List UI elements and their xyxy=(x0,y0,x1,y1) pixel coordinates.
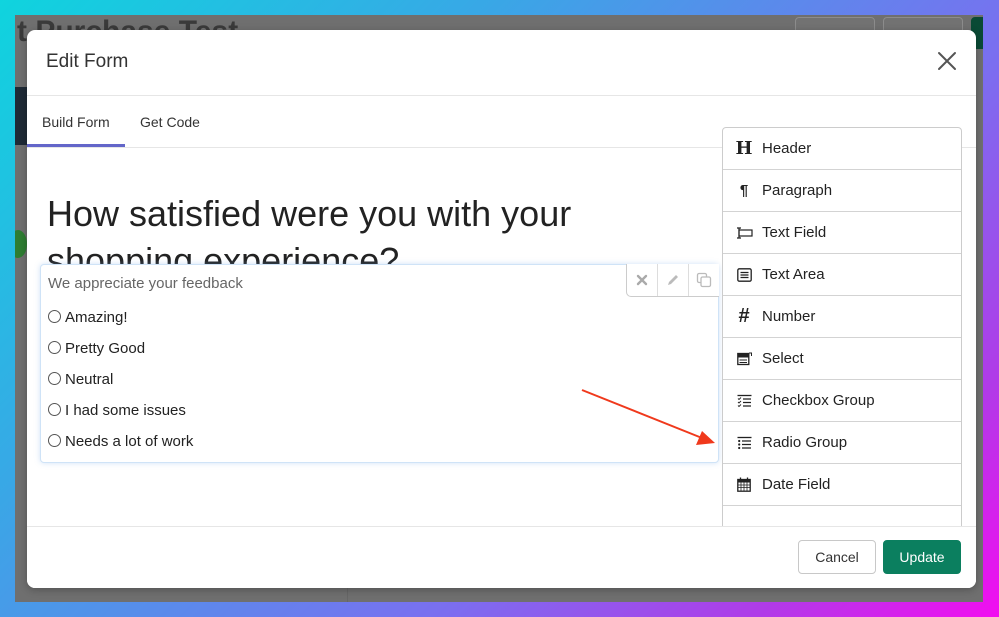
modal-title: Edit Form xyxy=(46,51,129,72)
palette-item-label: Paragraph xyxy=(762,182,833,199)
header-icon: H xyxy=(735,138,753,159)
calendar-icon xyxy=(735,477,753,492)
radio-circle-icon xyxy=(48,341,61,354)
radio-option-label: Amazing! xyxy=(65,309,128,326)
cancel-button[interactable]: Cancel xyxy=(798,540,876,574)
radio-option-label: Neutral xyxy=(65,371,114,388)
hash-icon: # xyxy=(738,305,750,327)
palette-item-label: Radio Group xyxy=(762,434,848,451)
palette-item-number[interactable]: # Number xyxy=(723,296,961,338)
text-area-icon xyxy=(735,267,753,282)
radio-circle-icon xyxy=(48,310,61,323)
palette-item-label: Text Field xyxy=(762,224,827,241)
radio-group-field[interactable]: We appreciate your feedback Amazing! Pre… xyxy=(40,264,719,463)
palette-item-label: Date Field xyxy=(762,476,831,493)
palette-item-select[interactable]: Select xyxy=(723,338,961,380)
palette-item-label: Number xyxy=(762,308,816,325)
tab-build-form[interactable]: Build Form xyxy=(27,96,125,147)
field-label: We appreciate your feedback xyxy=(48,275,243,292)
radio-option[interactable]: Needs a lot of work xyxy=(48,426,193,457)
close-icon xyxy=(938,52,956,70)
checkbox-group-icon xyxy=(735,394,753,408)
palette-item-label: Text Area xyxy=(762,266,825,283)
paragraph-icon: ¶ xyxy=(739,182,749,199)
palette-item-paragraph[interactable]: ¶ Paragraph xyxy=(723,170,961,212)
radio-circle-icon xyxy=(48,403,61,416)
update-button[interactable]: Update xyxy=(883,540,961,574)
radio-option-label: Needs a lot of work xyxy=(65,433,194,450)
copy-icon xyxy=(696,272,712,288)
radio-option[interactable]: Amazing! xyxy=(48,302,193,333)
remove-field-button[interactable] xyxy=(627,264,657,296)
text-field-icon xyxy=(735,226,753,239)
close-button[interactable] xyxy=(936,50,958,72)
background-green-badge xyxy=(15,230,27,258)
radio-circle-icon xyxy=(48,434,61,447)
radio-option[interactable]: Neutral xyxy=(48,364,193,395)
form-builder-body: How satisfied were you with your shoppin… xyxy=(27,127,976,539)
palette-item-text-area[interactable]: Text Area xyxy=(723,254,961,296)
palette-item-radio-group[interactable]: Radio Group xyxy=(723,422,961,464)
radio-circle-icon xyxy=(48,372,61,385)
radio-option-label: I had some issues xyxy=(65,402,186,419)
pencil-icon xyxy=(668,275,678,285)
edit-field-button[interactable] xyxy=(657,264,688,296)
palette-item-checkbox-group[interactable]: Checkbox Group xyxy=(723,380,961,422)
field-actions xyxy=(626,264,719,297)
radio-option[interactable]: Pretty Good xyxy=(48,333,193,364)
palette-item-header[interactable]: H Header xyxy=(723,128,961,170)
x-icon xyxy=(636,274,648,286)
palette-item-date-field[interactable]: Date Field xyxy=(723,464,961,506)
copy-field-button[interactable] xyxy=(688,264,719,296)
modal-header: Edit Form xyxy=(27,30,976,96)
background-sidebar-icon xyxy=(15,87,27,145)
field-palette: H Header ¶ Paragraph Text Field Text Are… xyxy=(722,127,962,539)
radio-group-icon xyxy=(735,436,753,450)
select-icon xyxy=(735,352,753,366)
palette-item-label: Select xyxy=(762,350,804,367)
radio-option-label: Pretty Good xyxy=(65,340,146,357)
palette-item-text-field[interactable]: Text Field xyxy=(723,212,961,254)
modal-footer: Cancel Update xyxy=(27,526,976,588)
radio-options: Amazing! Pretty Good Neutral I had some … xyxy=(48,302,193,457)
palette-item-label: Checkbox Group xyxy=(762,392,875,409)
tab-get-code[interactable]: Get Code xyxy=(125,96,215,146)
palette-item-label: Header xyxy=(762,140,812,157)
edit-form-modal: Edit Form Build Form Get Code How satisf… xyxy=(27,30,976,588)
radio-option[interactable]: I had some issues xyxy=(48,395,193,426)
